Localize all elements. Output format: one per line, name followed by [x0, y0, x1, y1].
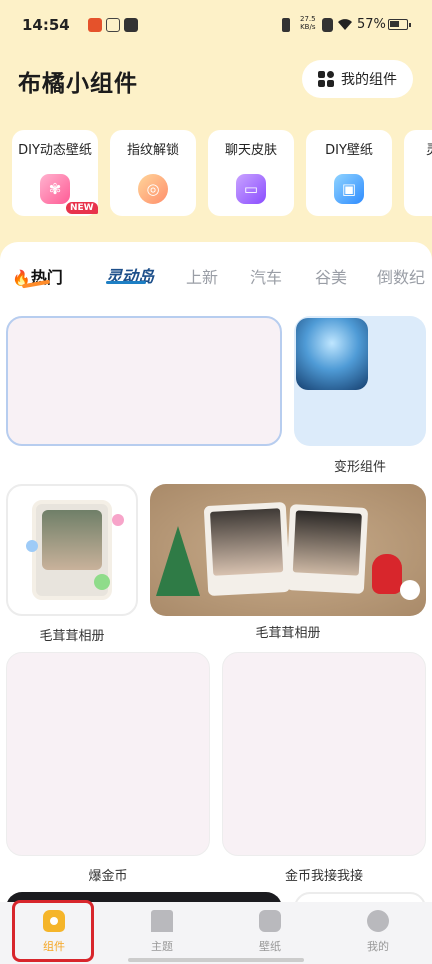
widget-label: 毛茸茸相册 [255, 626, 321, 641]
theme-icon [151, 910, 173, 932]
nav-label: 主题 [151, 940, 173, 953]
status-time: 14:54 [22, 16, 70, 34]
mail-icon [124, 18, 138, 32]
feature-partial-card[interactable]: 灵 [404, 130, 432, 216]
pinwheel-icon: ✾ [40, 174, 70, 204]
widget-label: 毛茸茸相册 [39, 629, 105, 644]
widgets-grid-icon [318, 71, 334, 87]
my-widgets-label: 我的组件 [341, 72, 397, 88]
feature-chat-skin[interactable]: 聊天皮肤 ▭ [208, 130, 294, 216]
flower-decoration-icon [112, 514, 124, 526]
portrait-photo [292, 510, 362, 576]
tab-grain-beauty[interactable]: 谷美 [315, 264, 347, 288]
app-title: 布橘小组件 [18, 71, 138, 97]
widget-coin-catch[interactable] [222, 652, 426, 856]
widget-fluffy-album-large[interactable] [150, 484, 426, 616]
widget-label: 爆金币 [88, 869, 128, 884]
my-widgets-button[interactable]: 我的组件 [302, 60, 413, 98]
battery-percent: 57% [357, 17, 386, 32]
flower-decoration-icon [26, 540, 38, 552]
feature-diy-live-wallpaper[interactable]: DIY动态壁纸 ✾ NEW [12, 130, 98, 216]
feature-label: 聊天皮肤 [224, 143, 277, 158]
flower-decoration-icon [94, 574, 110, 590]
widget-label: 变形组件 [333, 460, 386, 475]
feature-label: DIY壁纸 [325, 143, 373, 158]
tab-car[interactable]: 汽车 [250, 264, 282, 288]
snowman-icon [400, 580, 420, 600]
no-sim-icon [322, 18, 333, 32]
fingerprint-icon: ◎ [138, 174, 168, 204]
brand-wave-decoration [106, 281, 146, 284]
widget-blank-wide[interactable] [6, 316, 282, 446]
tab-countdown[interactable]: 倒数纪 [377, 264, 425, 288]
widget-coin-burst[interactable] [6, 652, 210, 856]
widget-fluffy-album-small[interactable] [6, 484, 138, 616]
feature-fingerprint-unlock[interactable]: 指纹解锁 ◎ [110, 130, 196, 216]
shopping-app-icon [88, 18, 102, 32]
notification-app-icon [106, 18, 120, 32]
nav-label: 壁纸 [259, 940, 281, 953]
nav-mine[interactable]: 我的 [324, 902, 432, 964]
image-icon [259, 910, 281, 932]
nav-theme[interactable]: 主题 [108, 902, 216, 964]
feature-row: DIY动态壁纸 ✾ NEW 指纹解锁 ◎ 聊天皮肤 ▭ DIY壁纸 ▣ 灵 [12, 130, 432, 218]
feature-label: 指纹解锁 [126, 143, 179, 158]
photo-icon: ▣ [334, 174, 364, 204]
net-speed: 27.5 KB/s [300, 15, 316, 31]
vibrate-icon [282, 18, 290, 32]
home-indicator [128, 958, 304, 962]
wifi-icon [338, 19, 352, 30]
santa-icon [372, 554, 402, 594]
christmas-tree-icon [156, 526, 200, 596]
tab-dynamic-island[interactable]: 灵动岛 [106, 263, 154, 287]
nav-wallpaper[interactable]: 壁纸 [216, 902, 324, 964]
anime-artwork-thumbnail [296, 318, 368, 390]
widget-label: 金币我接我接 [284, 869, 363, 884]
feature-diy-wallpaper[interactable]: DIY壁纸 ▣ [306, 130, 392, 216]
chat-bubble-icon: ▭ [236, 174, 266, 204]
widget-transform[interactable] [294, 316, 426, 446]
photo-frame-image [285, 504, 369, 594]
category-tabs: 🔥热门 灵动岛 上新 汽车 谷美 倒数纪 [0, 242, 432, 302]
new-badge: NEW [66, 202, 98, 214]
portrait-photo [42, 510, 102, 570]
photo-frame-image [203, 501, 291, 597]
portrait-photo [210, 508, 284, 576]
content-panel: 🔥热门 灵动岛 上新 汽车 谷美 倒数纪 变形组件 毛茸茸相册 毛茸茸相册 爆金 [0, 242, 432, 964]
feature-label: DIY动态壁纸 [18, 143, 92, 158]
status-bar: 14:54 27.5 KB/s 57% [0, 0, 432, 52]
tab-new[interactable]: 上新 [186, 264, 218, 288]
nav-label: 我的 [367, 940, 389, 953]
smile-icon [367, 910, 389, 932]
feature-label: 灵 [426, 139, 432, 158]
battery-icon [388, 19, 411, 30]
active-nav-highlight-box [12, 900, 94, 962]
